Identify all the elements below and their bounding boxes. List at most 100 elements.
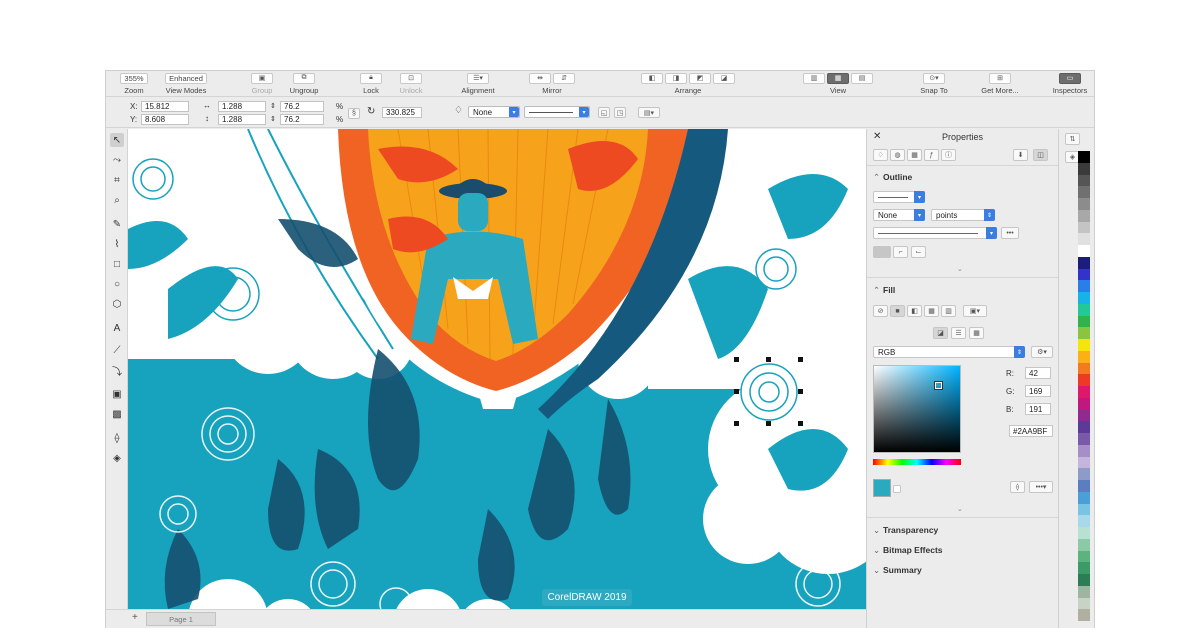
palette-swatch[interactable] bbox=[1078, 421, 1090, 433]
close-icon[interactable]: ✕ bbox=[873, 131, 881, 142]
interactive-fill-icon[interactable]: ◈ bbox=[110, 451, 124, 465]
height-input[interactable]: 1.288 bbox=[218, 114, 266, 125]
color-palettes-icon[interactable]: ▦ bbox=[969, 327, 984, 339]
palette-swatch[interactable] bbox=[1078, 350, 1090, 363]
palette-swatch[interactable] bbox=[1078, 538, 1090, 551]
line-join-icon[interactable]: ⌙ bbox=[911, 246, 926, 258]
palette-swatch[interactable] bbox=[1078, 209, 1090, 222]
line-cap-icon[interactable]: ⌐ bbox=[893, 246, 908, 258]
panel-option-icon[interactable]: ⬇ bbox=[1013, 149, 1028, 161]
lock-ratio-icon[interactable]: § bbox=[348, 108, 360, 119]
outline-units-select[interactable]: points ⇕ bbox=[931, 209, 995, 221]
text-tool-icon[interactable]: A bbox=[110, 321, 124, 335]
transparency-section-header[interactable]: ⌄ Transparency bbox=[873, 525, 938, 536]
ellipse-tool-icon[interactable]: ○ bbox=[110, 277, 124, 291]
summary-section-header[interactable]: ⌄ Summary bbox=[873, 565, 922, 576]
more-fill-types-icon[interactable]: ▣▾ bbox=[963, 305, 987, 317]
palette-swatch[interactable] bbox=[1078, 162, 1090, 175]
palette-swatch[interactable] bbox=[1078, 280, 1090, 292]
expand-arrow-icon[interactable]: ⌄ bbox=[957, 505, 963, 513]
to-back-icon[interactable]: ◪ bbox=[713, 72, 735, 84]
palette-swatch[interactable] bbox=[1078, 527, 1090, 539]
unlock-button[interactable]: ⊡ Unlock bbox=[394, 71, 428, 97]
palette-swatch[interactable] bbox=[1078, 256, 1090, 269]
page-tab[interactable]: Page 1 bbox=[146, 612, 216, 626]
arrange-options-icon[interactable]: ▤▾ bbox=[638, 107, 660, 118]
forward-one-icon[interactable]: ◨ bbox=[665, 72, 687, 84]
palette-swatch[interactable] bbox=[1078, 374, 1090, 386]
palette-swatch[interactable] bbox=[1078, 174, 1090, 187]
palette-swatch[interactable] bbox=[1078, 362, 1090, 375]
polygon-tool-icon[interactable]: ⬡ bbox=[110, 297, 124, 311]
wrap-text-icon[interactable]: ◱ bbox=[598, 107, 610, 118]
zoom-tool-icon[interactable]: ⌕ bbox=[110, 193, 124, 207]
shape-tool-icon[interactable]: ⤳ bbox=[110, 153, 124, 167]
palette-swatch[interactable] bbox=[1078, 597, 1090, 610]
view-control[interactable]: ▥ ▦ ▤ View bbox=[790, 71, 886, 97]
palette-swatch[interactable] bbox=[1078, 233, 1090, 245]
expand-arrow-icon[interactable]: ⌄ bbox=[957, 265, 963, 273]
no-fill-icon[interactable]: ⊘ bbox=[873, 305, 888, 317]
color-picker-handle[interactable] bbox=[934, 381, 943, 390]
palette-swatch[interactable] bbox=[1078, 268, 1090, 281]
lock-button[interactable]: 🔒︎ Lock bbox=[356, 71, 386, 97]
view-modes-control[interactable]: Enhanced View Modes bbox=[158, 71, 214, 97]
palette-swatch[interactable] bbox=[1078, 339, 1090, 351]
palette-swatch[interactable] bbox=[1078, 397, 1090, 410]
palette-swatch[interactable] bbox=[1078, 550, 1090, 563]
alignment-button[interactable]: ☰▾ Alignment bbox=[456, 71, 500, 97]
arrange-control[interactable]: ◧ ◨ ◩ ◪ Arrange bbox=[626, 71, 750, 97]
palette-swatch[interactable] bbox=[1078, 444, 1090, 457]
color-options-icon[interactable]: ⚙▾ bbox=[1031, 346, 1053, 358]
outline-color-swatch[interactable] bbox=[873, 246, 891, 258]
effects-tab-icon[interactable]: ƒ bbox=[924, 149, 939, 161]
transparency-tab-icon[interactable]: ▦ bbox=[907, 149, 922, 161]
palette-swatch[interactable] bbox=[1078, 480, 1090, 492]
summary-tab-icon[interactable]: ⓘ bbox=[941, 149, 956, 161]
mirror-vertical-icon[interactable]: ⇵ bbox=[553, 72, 575, 84]
palette-swatch[interactable] bbox=[1078, 515, 1090, 527]
palette-swatch[interactable] bbox=[1078, 456, 1090, 469]
fill-color-swatch[interactable] bbox=[873, 479, 891, 497]
color-picker-field[interactable] bbox=[873, 365, 961, 453]
x-position-input[interactable]: 15.812 bbox=[141, 101, 189, 112]
eyedropper-icon[interactable]: ⟠ bbox=[1010, 481, 1025, 493]
mirror-control[interactable]: ⇹ ⇵ Mirror bbox=[526, 71, 578, 97]
bitmap-effects-section-header[interactable]: ⌄ Bitmap Effects bbox=[873, 545, 943, 556]
gradient-fill-icon[interactable]: ◧ bbox=[907, 305, 922, 317]
green-value-input[interactable]: 169 bbox=[1025, 385, 1051, 397]
outline-section-header[interactable]: ⌃ Outline bbox=[873, 172, 912, 183]
palette-swatch[interactable] bbox=[1078, 186, 1090, 198]
objects-docker-icon[interactable]: ⇅ bbox=[1065, 133, 1080, 145]
grid-icon[interactable]: ▦ bbox=[827, 72, 849, 84]
palette-swatch[interactable] bbox=[1078, 303, 1090, 316]
get-more-button[interactable]: ⊞ Get More... bbox=[976, 71, 1024, 97]
rotation-angle-input[interactable]: 330.825 bbox=[382, 107, 422, 118]
y-position-input[interactable]: 8.608 bbox=[141, 114, 189, 125]
palette-swatch[interactable] bbox=[1078, 292, 1090, 304]
fill-tab-icon[interactable]: ◍ bbox=[890, 149, 905, 161]
fill-more-icon[interactable]: •••▾ bbox=[1029, 481, 1053, 493]
palette-swatch[interactable] bbox=[1078, 433, 1090, 445]
scale-y-input[interactable]: 76.2 bbox=[280, 114, 324, 125]
to-front-icon[interactable]: ◧ bbox=[641, 72, 663, 84]
snap-to-control[interactable]: ⊙▾ Snap To bbox=[914, 71, 954, 97]
palette-swatch[interactable] bbox=[1078, 245, 1090, 257]
previous-color-swatch[interactable] bbox=[893, 485, 901, 493]
palette-swatch[interactable] bbox=[1078, 327, 1090, 339]
combine-icon[interactable]: ◳ bbox=[614, 107, 626, 118]
parallel-dimension-icon[interactable]: ⟋ bbox=[110, 343, 124, 357]
palette-swatch[interactable] bbox=[1078, 609, 1090, 621]
freehand-tool-icon[interactable]: ✎ bbox=[110, 217, 124, 231]
palette-swatch[interactable] bbox=[1078, 386, 1090, 398]
outline-width-select[interactable]: ▾ bbox=[873, 191, 925, 203]
palette-swatch[interactable] bbox=[1078, 315, 1090, 328]
fill-section-header[interactable]: ⌃ Fill bbox=[873, 285, 895, 296]
palette-swatch[interactable] bbox=[1078, 562, 1090, 574]
texture-fill-icon[interactable]: ▥ bbox=[941, 305, 956, 317]
view-modes-select[interactable]: Enhanced bbox=[165, 72, 207, 84]
more-options-icon[interactable]: ••• bbox=[1001, 227, 1019, 239]
red-value-input[interactable]: 42 bbox=[1025, 367, 1051, 379]
palette-swatch[interactable] bbox=[1078, 198, 1090, 210]
rulers-icon[interactable]: ▥ bbox=[803, 72, 825, 84]
